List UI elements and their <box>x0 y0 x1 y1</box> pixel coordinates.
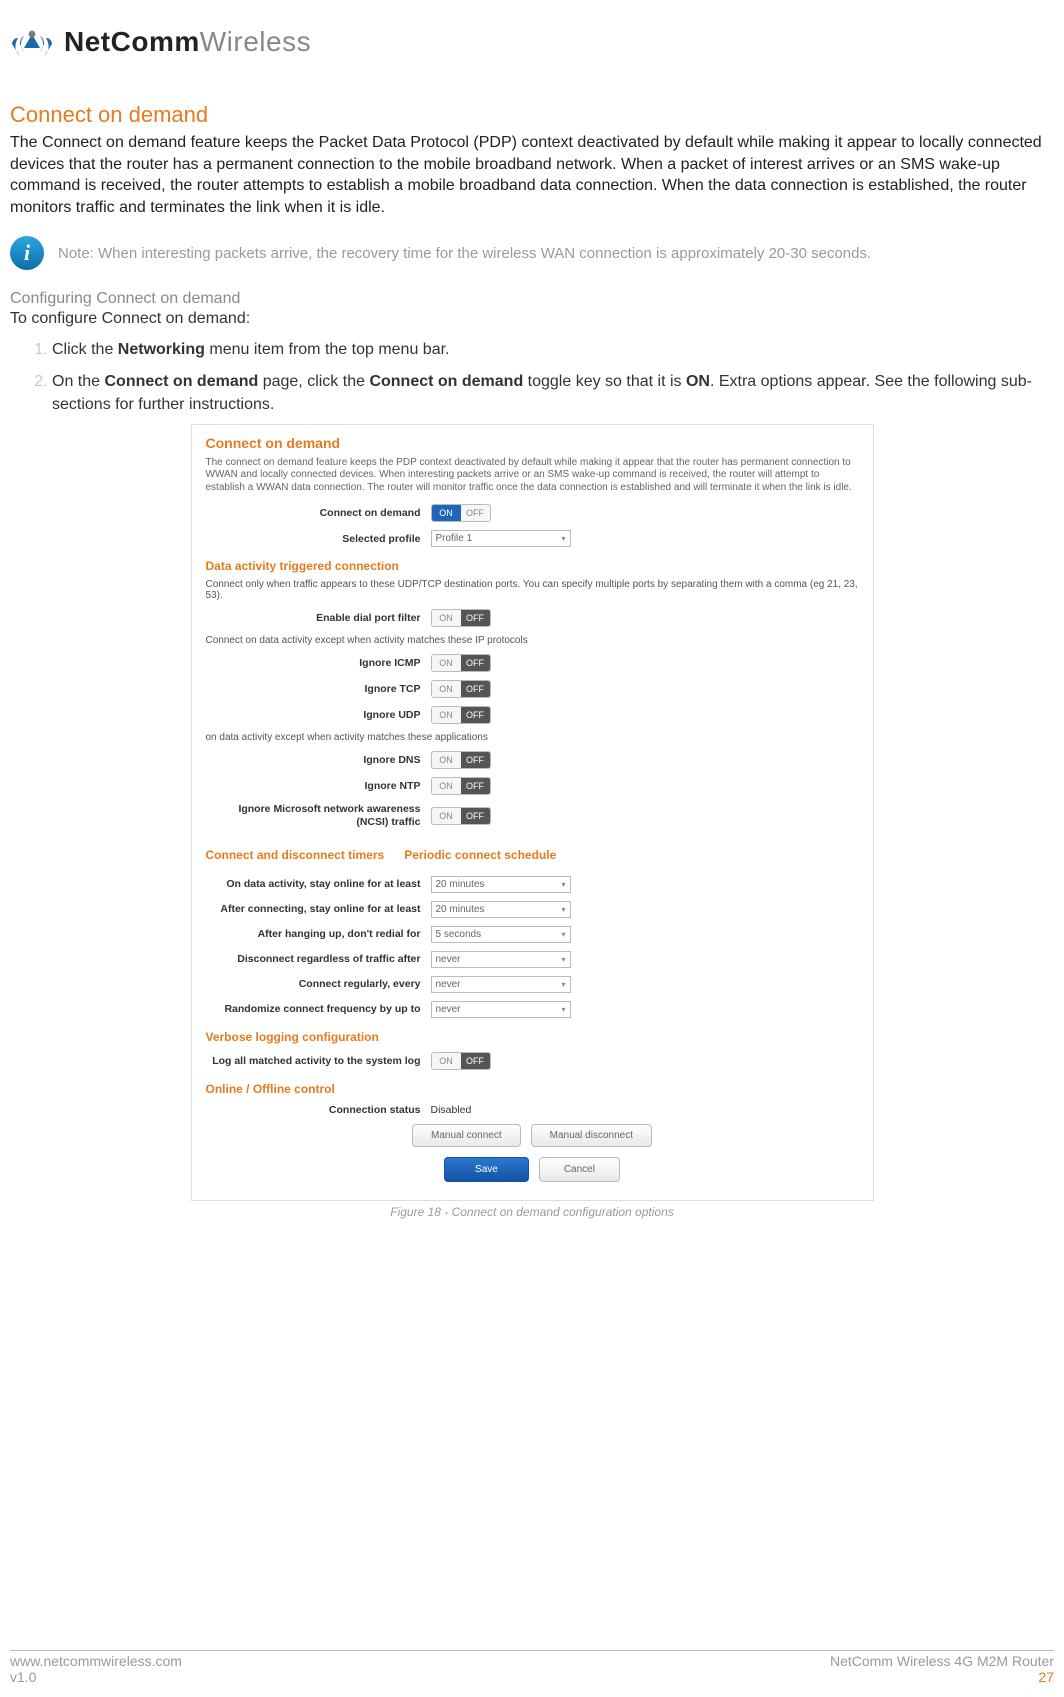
ss-desc: The connect on demand feature keeps the … <box>206 457 859 495</box>
footer-version: v1.0 <box>10 1669 182 1685</box>
label-ignore-udp: Ignore UDP <box>206 709 431 721</box>
label-ignore-icmp: Ignore ICMP <box>206 657 431 669</box>
chevron-down-icon: ▾ <box>561 880 565 889</box>
section-data-activity-desc: Connect only when traffic appears to the… <box>206 579 859 601</box>
label-connection-status: Connection status <box>206 1104 431 1116</box>
chevron-down-icon: ▾ <box>561 930 565 939</box>
manual-disconnect-button[interactable]: Manual disconnect <box>531 1124 652 1147</box>
footer-url: www.netcommwireless.com <box>10 1653 182 1669</box>
note-text: Note: When interesting packets arrive, t… <box>58 245 871 262</box>
page-footer: www.netcommwireless.com v1.0 NetComm Wir… <box>10 1653 1054 1685</box>
label-dial-port-filter: Enable dial port filter <box>206 612 431 624</box>
toggle-ignore-udp[interactable]: ONOFF <box>431 706 491 724</box>
label-ignore-dns: Ignore DNS <box>206 754 431 766</box>
chevron-down-icon: ▾ <box>561 534 565 543</box>
section-heading: Connect on demand <box>10 102 1054 128</box>
toggle-ignore-tcp[interactable]: ONOFF <box>431 680 491 698</box>
section-timers: Connect and disconnect timers <box>206 848 385 862</box>
brand-logo: NetCommWireless <box>10 22 1054 62</box>
logo-text: NetCommWireless <box>64 26 311 58</box>
toggle-ignore-ncsi[interactable]: ONOFF <box>431 807 491 825</box>
label-connect-on-demand: Connect on demand <box>206 507 431 519</box>
step-2: On the Connect on demand page, click the… <box>52 370 1054 416</box>
label-after-hangup: After hanging up, don't redial for <box>206 928 431 940</box>
label-ignore-ntp: Ignore NTP <box>206 780 431 792</box>
footer-page-number: 27 <box>830 1669 1054 1685</box>
figure-caption: Figure 18 - Connect on demand configurat… <box>390 1205 674 1219</box>
section-schedule: Periodic connect schedule <box>404 848 556 862</box>
label-disconnect-after: Disconnect regardless of traffic after <box>206 953 431 965</box>
steps-list: Click the Networking menu item from the … <box>10 338 1054 416</box>
toggle-connect-on-demand[interactable]: ONOFF <box>431 504 491 522</box>
step-1: Click the Networking menu item from the … <box>52 338 1054 361</box>
info-icon: i <box>10 236 44 270</box>
value-connection-status: Disabled <box>431 1104 472 1116</box>
select-profile[interactable]: Profile 1▾ <box>431 530 571 547</box>
select-after-hangup[interactable]: 5 seconds▾ <box>431 926 571 943</box>
select-connect-every[interactable]: never▾ <box>431 976 571 993</box>
save-button[interactable]: Save <box>444 1157 529 1182</box>
label-log-all: Log all matched activity to the system l… <box>206 1055 431 1067</box>
select-on-data-stay[interactable]: 20 minutes▾ <box>431 876 571 893</box>
steps-intro: To configure Connect on demand: <box>10 310 1054 328</box>
toggle-dial-port-filter[interactable]: ONOFF <box>431 609 491 627</box>
section-online-offline: Online / Offline control <box>206 1082 859 1096</box>
footer-product: NetComm Wireless 4G M2M Router <box>830 1653 1054 1669</box>
label-randomize-freq: Randomize connect frequency by up to <box>206 1003 431 1015</box>
select-randomize-freq[interactable]: never▾ <box>431 1001 571 1018</box>
label-selected-profile: Selected profile <box>206 533 431 545</box>
chevron-down-icon: ▾ <box>561 1005 565 1014</box>
intro-paragraph: The Connect on demand feature keeps the … <box>10 132 1054 218</box>
screenshot-panel: Connect on demand The connect on demand … <box>191 424 874 1201</box>
label-ignore-ncsi: Ignore Microsoft network awareness (NCSI… <box>206 803 431 827</box>
toggle-ignore-ntp[interactable]: ONOFF <box>431 777 491 795</box>
cancel-button[interactable]: Cancel <box>539 1157 620 1182</box>
chevron-down-icon: ▾ <box>561 905 565 914</box>
select-after-connect-stay[interactable]: 20 minutes▾ <box>431 901 571 918</box>
label-ignore-tcp: Ignore TCP <box>206 683 431 695</box>
footer-rule <box>10 1650 1054 1651</box>
label-connect-every: Connect regularly, every <box>206 978 431 990</box>
ss-title: Connect on demand <box>206 435 859 451</box>
subheading: Configuring Connect on demand <box>10 290 1054 308</box>
toggle-ignore-dns[interactable]: ONOFF <box>431 751 491 769</box>
label-after-connect-stay: After connecting, stay online for at lea… <box>206 903 431 915</box>
manual-connect-button[interactable]: Manual connect <box>412 1124 521 1147</box>
section-data-activity: Data activity triggered connection <box>206 559 859 573</box>
label-on-data-stay: On data activity, stay online for at lea… <box>206 878 431 890</box>
chevron-down-icon: ▾ <box>561 955 565 964</box>
toggle-ignore-icmp[interactable]: ONOFF <box>431 654 491 672</box>
except-applications: on data activity except when activity ma… <box>206 732 859 743</box>
section-verbose-logging: Verbose logging configuration <box>206 1030 859 1044</box>
toggle-log-all[interactable]: ONOFF <box>431 1052 491 1070</box>
select-disconnect-after[interactable]: never▾ <box>431 951 571 968</box>
except-ip-protocols: Connect on data activity except when act… <box>206 635 859 646</box>
note-block: i Note: When interesting packets arrive,… <box>10 236 1054 270</box>
chevron-down-icon: ▾ <box>561 980 565 989</box>
logo-icon <box>10 22 54 62</box>
